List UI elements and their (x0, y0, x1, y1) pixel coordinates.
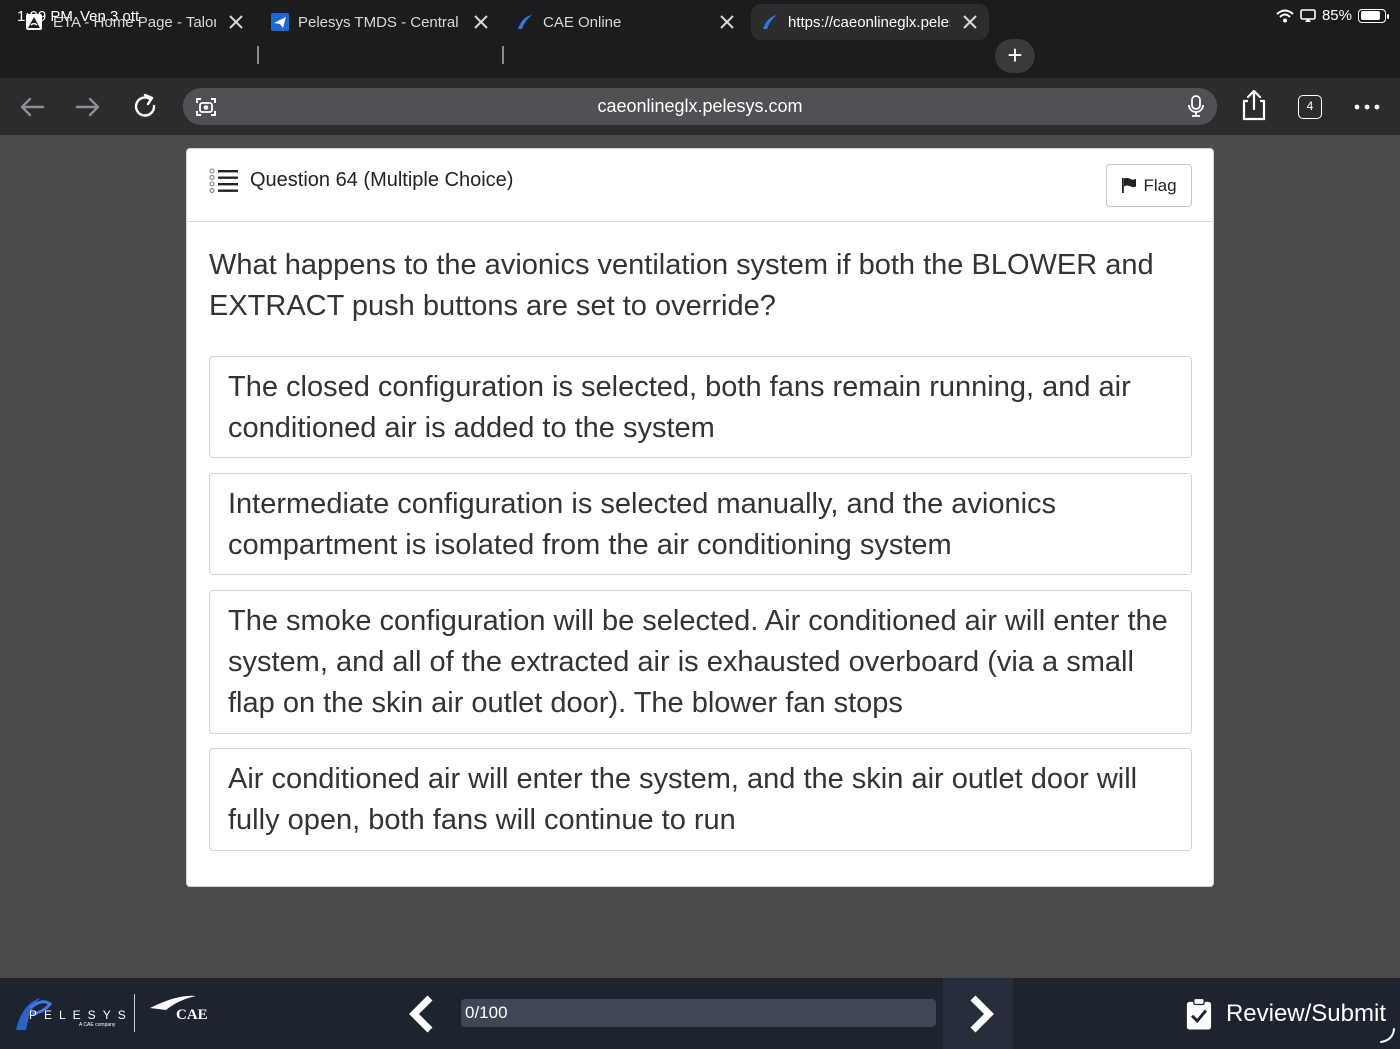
forward-arrow-icon[interactable] (71, 90, 105, 124)
reload-icon[interactable] (128, 90, 162, 124)
browser-toolbar: caeonlineglx.pelesys.com 4 (0, 78, 1400, 135)
resize-handle-icon (1380, 1028, 1395, 1043)
pelesys-logo-subtext: A CAE company (79, 1022, 116, 1028)
more-options-icon[interactable] (1350, 90, 1384, 124)
close-icon[interactable] (227, 12, 245, 32)
battery-percent: 85% (1321, 7, 1352, 24)
tab-divider (502, 46, 504, 64)
logo-divider (134, 994, 135, 1032)
answer-option-2[interactable]: Intermediate configuration is selected m… (209, 473, 1192, 575)
status-right: 85% (1276, 7, 1389, 24)
progress-label: 0/100 (465, 1003, 508, 1022)
back-arrow-icon[interactable] (15, 90, 49, 124)
tab-eta[interactable]: ETA - Home Page - Talon (25, 4, 245, 40)
answer-option-4[interactable]: Air conditioned air will enter the syste… (209, 748, 1192, 851)
flag-label: Flag (1143, 175, 1177, 195)
pelesys-logo-text: PELESYS (29, 1008, 133, 1022)
wifi-icon (1276, 9, 1294, 22)
answer-option-1[interactable]: The closed configuration is selected, bo… (209, 356, 1192, 458)
cae-favicon-icon (763, 15, 777, 29)
flag-button[interactable]: Flag (1106, 164, 1192, 207)
address-bar[interactable]: caeonlineglx.pelesys.com (183, 88, 1217, 125)
next-question-icon (970, 995, 994, 1033)
question-list-icon[interactable] (209, 168, 239, 194)
tab-cae-online[interactable]: CAE Online (516, 4, 736, 40)
previous-question-icon[interactable] (402, 992, 442, 1036)
next-question-button[interactable] (943, 978, 1013, 1049)
tab-title: CAE Online (543, 13, 622, 31)
review-submit-button[interactable]: Review/Submit (1186, 994, 1386, 1034)
cae-favicon-icon (518, 15, 532, 29)
tab-title: https://caeonlineglx.pelesys.com (788, 13, 950, 31)
tab-divider (257, 46, 259, 64)
cae-logo-text: CAE (176, 1007, 208, 1023)
pelesys-plane-favicon-icon (271, 13, 289, 31)
flag-icon (1122, 177, 1137, 193)
tab-count-button[interactable]: 4 (1298, 95, 1322, 119)
question-header: Question 64 (Multiple Choice) Flag (187, 149, 1213, 222)
exam-progress-bar: 0/100 (461, 999, 936, 1027)
tab-title: ETA - Home Page - Talon (53, 13, 216, 31)
tab-caeonlineglx-active[interactable]: https://caeonlineglx.pelesys.com (751, 4, 989, 40)
question-text: What happens to the avionics ventilation… (209, 249, 1154, 322)
tab-pelesys-tmds[interactable]: Pelesys TMDS - Central (271, 4, 490, 40)
microphone-icon[interactable] (1187, 94, 1205, 118)
close-icon[interactable] (718, 12, 736, 32)
tab-title: Pelesys TMDS - Central (298, 13, 459, 31)
exam-footer: PELESYS A CAE company CAE 0/100 Review/S… (0, 978, 1400, 1049)
eta-favicon-icon (26, 14, 42, 30)
url-text: caeonlineglx.pelesys.com (597, 96, 803, 116)
battery-icon (1358, 8, 1389, 23)
question-title: Question 64 (Multiple Choice) (250, 169, 514, 191)
review-submit-label: Review/Submit (1225, 1000, 1386, 1027)
share-icon[interactable] (1237, 88, 1271, 122)
answer-option-3[interactable]: The smoke configuration will be selected… (209, 590, 1192, 734)
close-icon[interactable] (961, 12, 979, 32)
close-icon[interactable] (472, 12, 490, 32)
screen-mirroring-icon (1300, 8, 1316, 22)
tab-bar (0, 34, 1400, 78)
new-tab-button[interactable]: + (995, 39, 1035, 73)
question-card: Question 64 (Multiple Choice) Flag What … (186, 148, 1214, 887)
clipboard-check-icon (1186, 997, 1212, 1030)
